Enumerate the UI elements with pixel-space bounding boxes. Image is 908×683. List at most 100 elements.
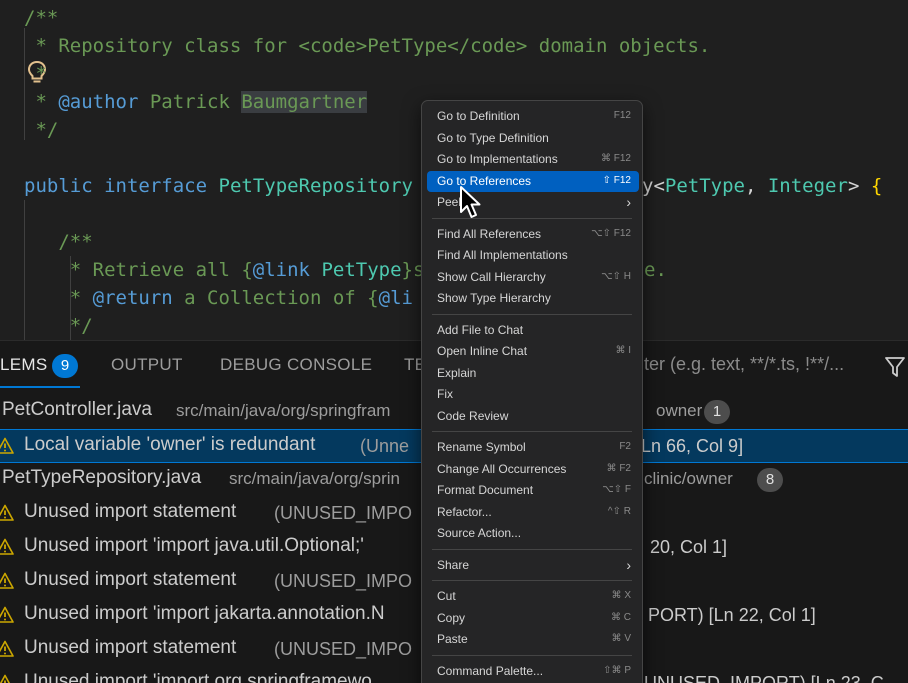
menu-item-rename-symbol[interactable]: Rename Symbol F2 (427, 437, 639, 458)
code-token: PetType (664, 175, 745, 197)
problems-filter-input[interactable]: lter (e.g. text, **/*.ts, !**/... (640, 354, 880, 382)
code-token: * (24, 63, 47, 85)
problem-message: Unused import 'import java.util.Optional… (24, 535, 364, 556)
menu-item-share[interactable]: Share › (427, 555, 639, 576)
menu-item-shortcut: F2 (619, 441, 631, 452)
code-token: PetType (367, 35, 448, 57)
menu-item-shortcut: ⇧⌘ P (603, 664, 631, 676)
menu-item-label: Find All References (437, 226, 542, 241)
menu-item-explain[interactable]: Explain (427, 363, 639, 384)
code-token: * (24, 91, 59, 113)
menu-item-label: Go to References (437, 173, 532, 188)
problems-count-badge: 9 (52, 354, 78, 378)
code-token: * Retrieve all { (24, 259, 253, 281)
code-line: public interface PetTypeRepository e (24, 172, 436, 200)
menu-item-find-all-implementations[interactable]: Find All Implementations (427, 245, 639, 266)
code-token: /** (24, 7, 59, 29)
code-line: /** (24, 228, 93, 256)
code-line: * @return a Collection of {@li (24, 284, 413, 312)
tab-debug-console[interactable]: DEBUG CONSOLE (220, 355, 372, 375)
code-token: PetTypeRepository (218, 175, 413, 197)
menu-item-shortcut: ⌘ C (611, 611, 631, 623)
code-token: e. (644, 259, 667, 281)
problem-message: Local variable 'owner' is redundant (24, 434, 316, 455)
warning-icon (0, 504, 14, 522)
warning-icon (0, 606, 14, 624)
code-line-fragment: y<PetType, Integer> { (642, 172, 882, 200)
menu-item-label: Go to Definition (437, 109, 520, 123)
menu-item-go-to-definition[interactable]: Go to Definition F12 (427, 106, 639, 127)
code-line-fragment: e. (644, 256, 667, 284)
menu-item-label: Show Call Hierarchy (437, 269, 546, 284)
menu-item-cut[interactable]: Cut ⌘ X (427, 586, 639, 607)
context-menu: Go to Definition F12 Go to Type Definition… (421, 100, 643, 683)
menu-item-label: Source Action... (437, 526, 522, 540)
menu-item-label: Cut (437, 589, 456, 603)
menu-item-label: Rename Symbol (437, 440, 526, 454)
menu-item-code-review[interactable]: Code Review (427, 406, 639, 427)
code-token: Integer (767, 175, 848, 197)
menu-item-label: Find All Implementations (437, 248, 568, 262)
menu-item-show-type-hierarchy[interactable]: Show Type Hierarchy (427, 288, 639, 309)
code-token: @link (252, 259, 310, 281)
problem-count-badge: 1 (704, 400, 730, 424)
menu-item-go-to-type-definition[interactable]: Go to Type Definition (427, 128, 639, 149)
code-token: @li (378, 287, 413, 309)
menu-item-change-all-occurrences[interactable]: Change All Occurrences ⌘ F2 (427, 459, 639, 480)
tab-output[interactable]: OUTPUT (111, 355, 183, 375)
problem-message: Unused import 'import jakarta.annotation… (24, 603, 385, 624)
menu-item-paste[interactable]: Paste ⌘ V (427, 629, 639, 650)
menu-item-shortcut: ^⇧ R (607, 505, 631, 517)
code-token: interface (104, 175, 208, 197)
file-path-tail: clinic/owner (644, 469, 733, 488)
code-token: /** (24, 231, 93, 253)
menu-item-label: Show Type Hierarchy (437, 291, 551, 305)
chevron-right-icon: › (626, 556, 631, 573)
menu-item-label: Paste (437, 632, 468, 646)
menu-separator (432, 654, 632, 656)
file-name: PetTypeRepository.java (2, 467, 202, 488)
menu-item-label: Copy (437, 610, 466, 625)
menu-item-add-file-to-chat[interactable]: Add File to Chat (427, 320, 639, 341)
menu-item-find-all-references[interactable]: Find All References ⌥⇧ F12 (427, 224, 639, 245)
menu-item-label: Format Document (437, 483, 534, 497)
tab-lems[interactable]: LEMS (0, 355, 48, 375)
menu-item-shortcut: ⌘ I (615, 345, 631, 356)
menu-item-show-call-hierarchy[interactable]: Show Call Hierarchy ⌥⇧ H (427, 267, 639, 288)
menu-separator (432, 313, 632, 315)
code-line: * (24, 60, 47, 88)
menu-item-fix[interactable]: Fix (427, 384, 639, 405)
problem-message: Unused import statement (24, 501, 237, 522)
problem-code: (UNUSED_IMPO (274, 639, 413, 659)
menu-item-label: Open Inline Chat (437, 344, 528, 358)
code-token: @return (92, 287, 173, 309)
problem-location: 20, Col 1] (650, 537, 728, 557)
menu-item-refactor[interactable]: Refactor... ^⇧ R (427, 502, 639, 523)
problem-code: (UNUSED_IMPO (274, 571, 413, 591)
menu-item-label: Change All Occurrences (437, 461, 567, 476)
menu-item-label: Go to Type Definition (437, 130, 549, 145)
menu-item-shortcut: ⌘ X (611, 590, 631, 601)
menu-item-copy[interactable]: Copy ⌘ C (427, 608, 639, 629)
code-token: @author (58, 91, 139, 113)
menu-item-label: Fix (437, 387, 453, 401)
menu-item-shortcut: F12 (613, 110, 631, 121)
warning-icon (0, 640, 14, 658)
menu-item-format-document[interactable]: Format Document ⌥⇧ F (427, 480, 639, 501)
code-token: PetType (321, 259, 402, 281)
code-line: */ (24, 116, 58, 144)
code-token: domain objects. (527, 35, 711, 57)
filter-icon[interactable] (884, 355, 906, 379)
menu-item-shortcut: ⌘ F12 (600, 153, 631, 164)
menu-item-open-inline-chat[interactable]: Open Inline Chat ⌘ I (427, 341, 639, 362)
problem-message: Unused import statement (24, 637, 237, 658)
menu-item-source-action[interactable]: Source Action... (427, 523, 639, 544)
menu-item-go-to-implementations[interactable]: Go to Implementations ⌘ F12 (427, 149, 639, 170)
menu-item-command-palette[interactable]: Command Palette... ⇧⌘ P (427, 661, 639, 682)
code-line: */ (24, 312, 93, 340)
menu-item-label: Explain (437, 365, 477, 380)
code-token: */ (24, 315, 93, 337)
code-token: * (24, 287, 93, 309)
